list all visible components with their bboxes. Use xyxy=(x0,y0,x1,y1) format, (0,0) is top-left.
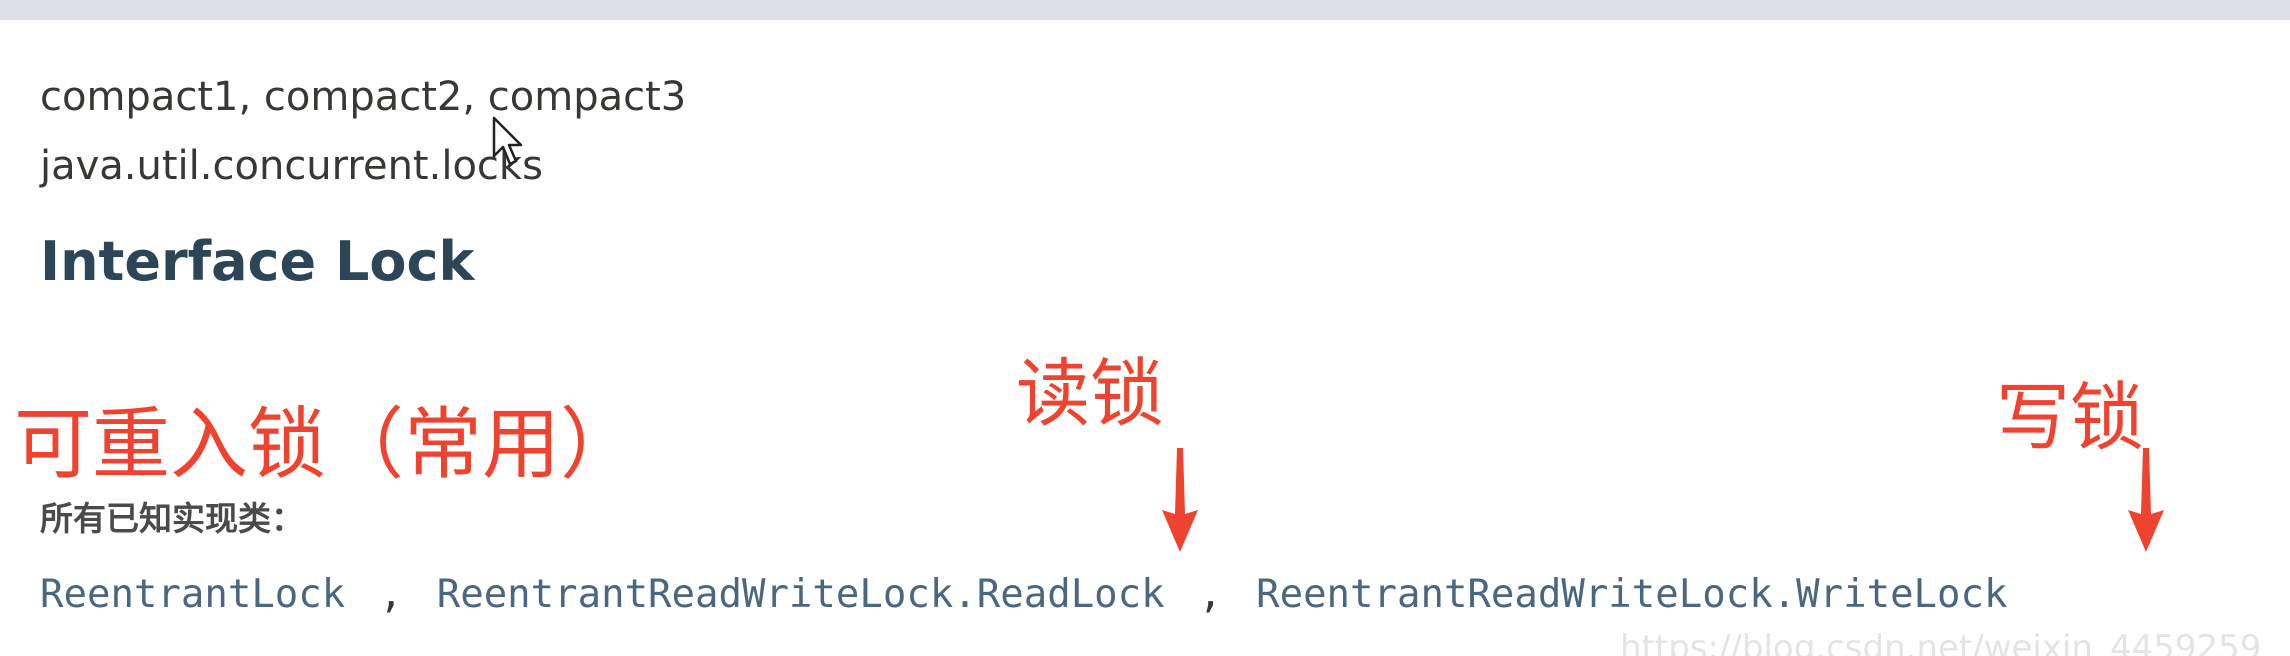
arrow-down-icon xyxy=(1162,448,1198,552)
watermark: https://blog.csdn.net/weixin_4459259 xyxy=(1620,628,2262,656)
javadoc-page: compact1, compact2, compact3 java.util.c… xyxy=(0,0,2290,656)
read-lock-annotation: 读锁 xyxy=(1016,351,1164,437)
list-separator: , xyxy=(1198,572,1223,617)
write-lock-annotation: 写锁 xyxy=(1996,375,2144,461)
arrow-down-icon xyxy=(2128,448,2164,552)
class-link-reentrant-lock[interactable]: ReentrantLock xyxy=(40,572,345,617)
list-separator: , xyxy=(379,572,403,617)
implementing-classes-list: ReentrantLock, ReentrantReadWriteLock.Rea… xyxy=(40,572,2007,617)
class-link-read-lock[interactable]: ReentrantReadWriteLock.ReadLock xyxy=(437,572,1165,617)
implementing-classes-label: 所有已知实现类： xyxy=(40,499,304,538)
profiles-line: compact1, compact2, compact3 xyxy=(40,74,687,120)
page-title: Interface Lock xyxy=(40,230,475,293)
top-bar xyxy=(0,0,2290,20)
mouse-pointer-icon xyxy=(492,116,523,166)
class-link-write-lock[interactable]: ReentrantReadWriteLock.WriteLock xyxy=(1256,572,2007,617)
package-name[interactable]: java.util.concurrent.locks xyxy=(40,143,543,189)
reentrant-lock-annotation: 可重入锁（常用） xyxy=(14,400,639,490)
